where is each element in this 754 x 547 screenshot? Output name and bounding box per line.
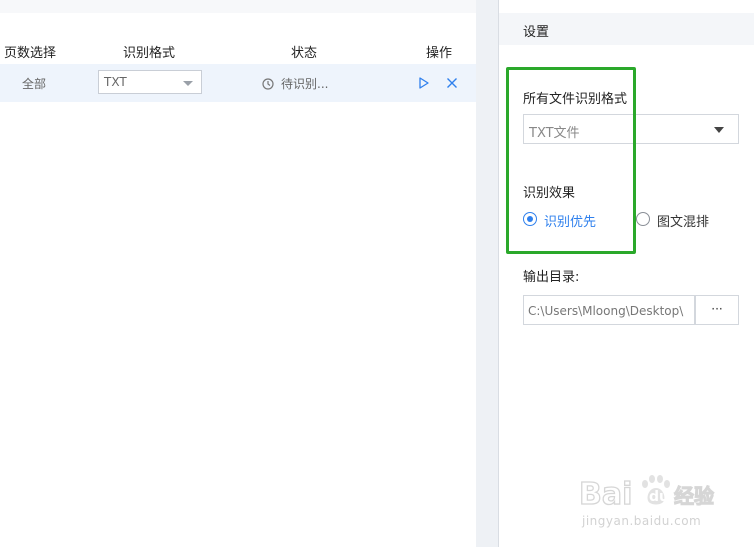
column-header-status: 状态	[291, 46, 318, 61]
radio-mixed-layout-label[interactable]: 图文混排	[657, 211, 709, 230]
status-text: 待识别...	[281, 77, 329, 91]
table-header: 页数选择 识别格式 状态 操作	[0, 36, 476, 64]
column-header-pages: 页数选择	[4, 46, 57, 61]
play-icon[interactable]	[418, 77, 430, 89]
panel-divider	[476, 0, 499, 547]
paw-icon: Bai du 经验	[578, 475, 715, 513]
output-dir-label: 输出目录:	[523, 270, 580, 285]
dropdown-arrow-icon	[183, 81, 193, 86]
toolbar-strip	[0, 0, 476, 13]
browse-button[interactable]: ···	[695, 295, 739, 325]
watermark-logo: Bai du 经验	[578, 470, 719, 516]
row-format-select[interactable]: TXT	[98, 70, 202, 94]
annotation-highlight-box	[506, 67, 636, 254]
radio-mixed-layout[interactable]	[636, 212, 650, 226]
ellipsis-icon: ···	[711, 302, 723, 316]
column-header-actions: 操作	[426, 46, 453, 61]
watermark-bai: Bai	[579, 477, 632, 512]
column-header-format: 识别格式	[123, 46, 176, 61]
output-path-value: C:\Users\Mloong\Desktop\	[528, 304, 684, 318]
close-icon[interactable]	[446, 77, 458, 89]
row-format-value: TXT	[104, 75, 127, 89]
watermark-du: du	[649, 489, 669, 505]
watermark-jingyan: 经验	[674, 484, 714, 508]
dropdown-arrow-icon	[714, 127, 724, 133]
output-path-field[interactable]: C:\Users\Mloong\Desktop\	[523, 295, 695, 325]
table-row[interactable]: 全部 TXT 待识别...	[0, 64, 476, 102]
watermark-site: jingyan.baidu.com	[582, 514, 702, 528]
file-list-panel: 页数选择 识别格式 状态 操作 全部 TXT 待识别...	[0, 0, 476, 547]
page-selection-cell[interactable]: 全部	[22, 75, 46, 92]
clock-icon	[262, 78, 274, 90]
settings-header: 设置	[499, 13, 754, 45]
settings-title: 设置	[523, 25, 550, 40]
